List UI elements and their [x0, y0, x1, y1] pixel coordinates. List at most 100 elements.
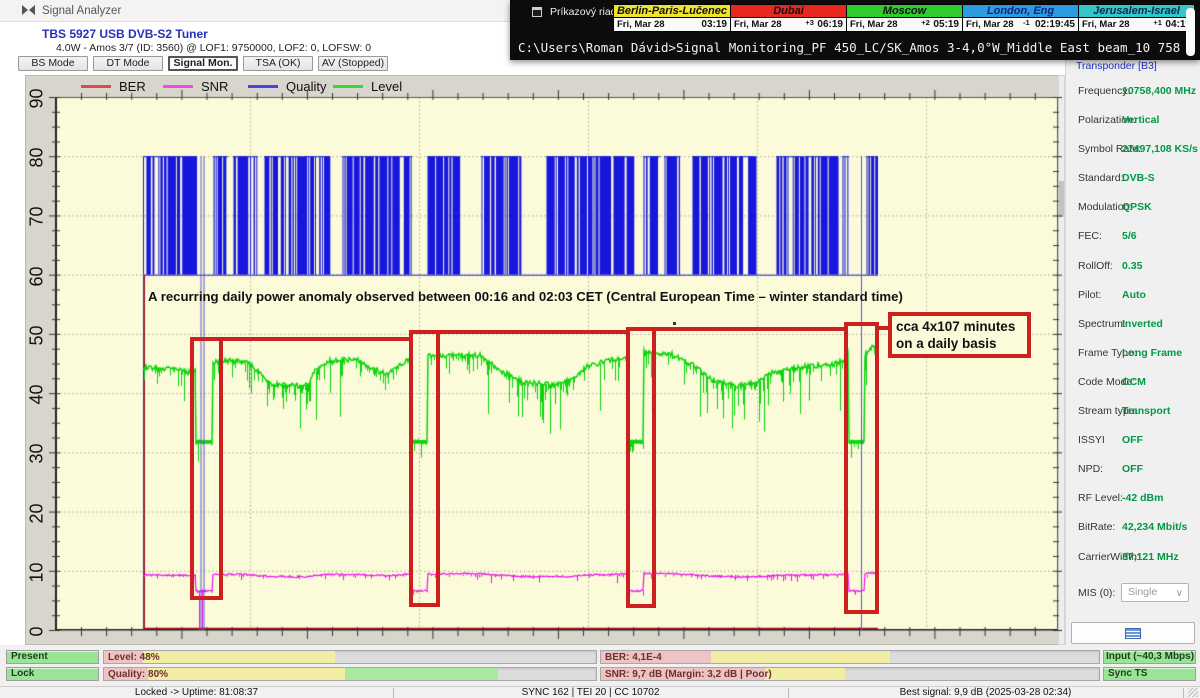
legend-label: Quality [286, 79, 326, 94]
bar-segment [765, 668, 845, 680]
transponder-row: Standard:DVB-S [1066, 164, 1200, 193]
clock-city: Jerusalem-Israel [1079, 5, 1194, 18]
transponder-row: BitRate: 42,234 Mbit/s [1066, 513, 1200, 542]
statusbar-best-signal: Best signal: 9,9 dB (2025-03-28 02:34) [788, 687, 1183, 698]
quality-progressbar: Quality: 80% [103, 667, 597, 681]
transponder-row-value: OFF [1122, 434, 1143, 446]
transponder-row: Frame Type:Long Frame [1066, 339, 1200, 368]
legend-line-level [333, 85, 363, 88]
command-prompt-window[interactable]: Príkazový riadok Berlin-Paris-LučenecFri… [510, 0, 1200, 60]
bar-text: SNR: 9,7 dB (Margin: 3,2 dB | Poor) [605, 668, 772, 681]
bar-text: Level: 48% [108, 651, 160, 664]
present-indicator: Present [6, 650, 99, 664]
clock-time: 06:19 [817, 19, 843, 30]
transponder-row-value: 27497,108 KS/s [1122, 143, 1198, 155]
clock-city: Berlin-Paris-Lučenec [614, 5, 730, 18]
bar-segment [711, 651, 890, 663]
transponder-row-value: CCM [1122, 376, 1146, 388]
legend-item-snr: SNR [163, 79, 228, 94]
transponder-row-label: FEC: [1078, 230, 1102, 242]
legend-label: SNR [201, 79, 228, 94]
app-title: Signal Analyzer [42, 5, 121, 17]
transponder-row: Polarization:Vertical [1066, 106, 1200, 135]
transponder-row-value: 5/6 [1122, 230, 1137, 242]
clock-utc-offset: +1 [1153, 18, 1165, 27]
statusbar-divider [1183, 688, 1184, 698]
stream-list-icon [1125, 628, 1141, 639]
transponder-row-value: 42,234 Mbit/s [1122, 521, 1187, 533]
transponder-row-value: 10758,400 MHz [1122, 85, 1196, 97]
transponder-row-value: Vertical [1122, 114, 1159, 126]
mode-tabs: BS Mode DT Mode Signal Mon. TSA (OK) AV (Sto… [18, 56, 388, 72]
legend-line-quality [248, 85, 278, 88]
command-prompt-icon [532, 7, 542, 17]
tab-tsa-ok-[interactable]: TSA (OK) [243, 56, 313, 71]
clock-time: 03:19 [701, 19, 727, 30]
resize-grip[interactable] [1188, 688, 1198, 697]
command-prompt-scrollbar[interactable] [1186, 8, 1195, 56]
legend-label: Level [371, 79, 402, 94]
signal-analyzer-window: Signal Analyzer TBS 5927 USB DVB-S2 Tune… [0, 0, 1200, 698]
clock-date: Fri, Mar 28 [966, 19, 1023, 30]
mis-dropdown[interactable]: Single ∨ [1121, 583, 1189, 602]
transponder-row: ISSYIOFF [1066, 426, 1200, 455]
transponder-row-value: DVB-S [1122, 172, 1155, 184]
command-prompt-line: C:\Users\Roman Dávid>Signal Monitoring_P… [518, 40, 1200, 55]
clock-berlin-paris-lu-enec: Berlin-Paris-LučenecFri, Mar 2803:19 [614, 5, 730, 31]
transponder-row-value: 0.35 [1122, 260, 1142, 272]
legend-item-level: Level [333, 79, 402, 94]
transponder-row-value: OFF [1122, 463, 1143, 475]
clock-date: Fri, Mar 28 [1082, 19, 1153, 30]
transponder-row: RollOff:0.35 [1066, 252, 1200, 281]
sidebar-tool-button[interactable] [1071, 622, 1195, 644]
bar-segment [143, 651, 335, 663]
transponder-row-value: QPSK [1122, 201, 1152, 213]
legend-label: BER [119, 79, 146, 94]
tab-av-stopped-[interactable]: AV (Stopped) [318, 56, 388, 71]
transponder-row: Frequency:10758,400 MHz [1066, 77, 1200, 106]
transponder-row: CarrierWidth:37,121 MHz [1066, 543, 1200, 572]
transponder-row-label: Standard: [1078, 172, 1124, 184]
sync-ts-indicator: Sync TS [1103, 667, 1196, 681]
statusbar-sync-counts: SYNC 162 | TEI 20 | CC 10702 [393, 687, 788, 698]
app-logo-icon [22, 5, 35, 16]
mis-value: Single [1128, 586, 1157, 598]
world-clocks: Berlin-Paris-LučenecFri, Mar 2803:19Duba… [613, 4, 1195, 32]
tab-dt-mode[interactable]: DT Mode [93, 56, 163, 71]
clock-time-row: Fri, Mar 28-102:19:45 [963, 18, 1078, 31]
transponder-row-value: 37,121 MHz [1122, 551, 1179, 563]
clock-date: Fri, Mar 28 [850, 19, 921, 30]
clock-time: 05:19 [933, 19, 959, 30]
transponder-row: RF Level:-42 dBm [1066, 484, 1200, 513]
legend-line-snr [163, 85, 193, 88]
snr-progressbar: SNR: 9,7 dB (Margin: 3,2 dB | Poor) [600, 667, 1100, 681]
transponder-row: NPD: OFF [1066, 455, 1200, 484]
ber-progressbar: BER: 4,1E-4 [600, 650, 1100, 664]
chevron-down-icon: ∨ [1176, 585, 1183, 602]
transponder-header: Transponder [B3] [1076, 60, 1157, 72]
transponder-row-label: BitRate: [1078, 521, 1115, 533]
clock-city: London, Eng [963, 5, 1078, 18]
transponder-row: Code Mode:CCM [1066, 368, 1200, 397]
signal-monitor-plot [40, 85, 1062, 645]
clock-dubai: DubaiFri, Mar 28+306:19 [730, 5, 846, 31]
bar-text: BER: 4,1E-4 [605, 651, 662, 664]
clock-jerusalem-israel: Jerusalem-IsraelFri, Mar 28+104:19 [1078, 5, 1194, 31]
mis-row: MIS (0): Single ∨ [1066, 582, 1200, 604]
lock-indicator: Lock [6, 667, 99, 681]
transponder-row-label: Spectrum: [1078, 318, 1126, 330]
legend-item-quality: Quality [248, 79, 326, 94]
mis-label: MIS (0): [1078, 587, 1115, 599]
input-indicator: Input (~40,3 Mbps) [1103, 650, 1196, 664]
tab-signal-mon-[interactable]: Signal Mon. [168, 56, 238, 71]
tab-bs-mode[interactable]: BS Mode [18, 56, 88, 71]
clock-utc-offset: -1 [1023, 18, 1035, 27]
transponder-row: Modulation:QPSK [1066, 193, 1200, 222]
transponder-row-label: Pilot: [1078, 289, 1101, 301]
clock-time: 02:19:45 [1035, 19, 1075, 30]
transponder-row-label: NPD: [1078, 463, 1103, 475]
transponder-row-value: Inverted [1122, 318, 1163, 330]
transponder-sidebar: Transponder [B3] Frequency:10758,400 MHz… [1065, 55, 1200, 645]
chart-legend: BER SNR Quality Level [25, 79, 1025, 94]
legend-line-ber [81, 85, 111, 88]
